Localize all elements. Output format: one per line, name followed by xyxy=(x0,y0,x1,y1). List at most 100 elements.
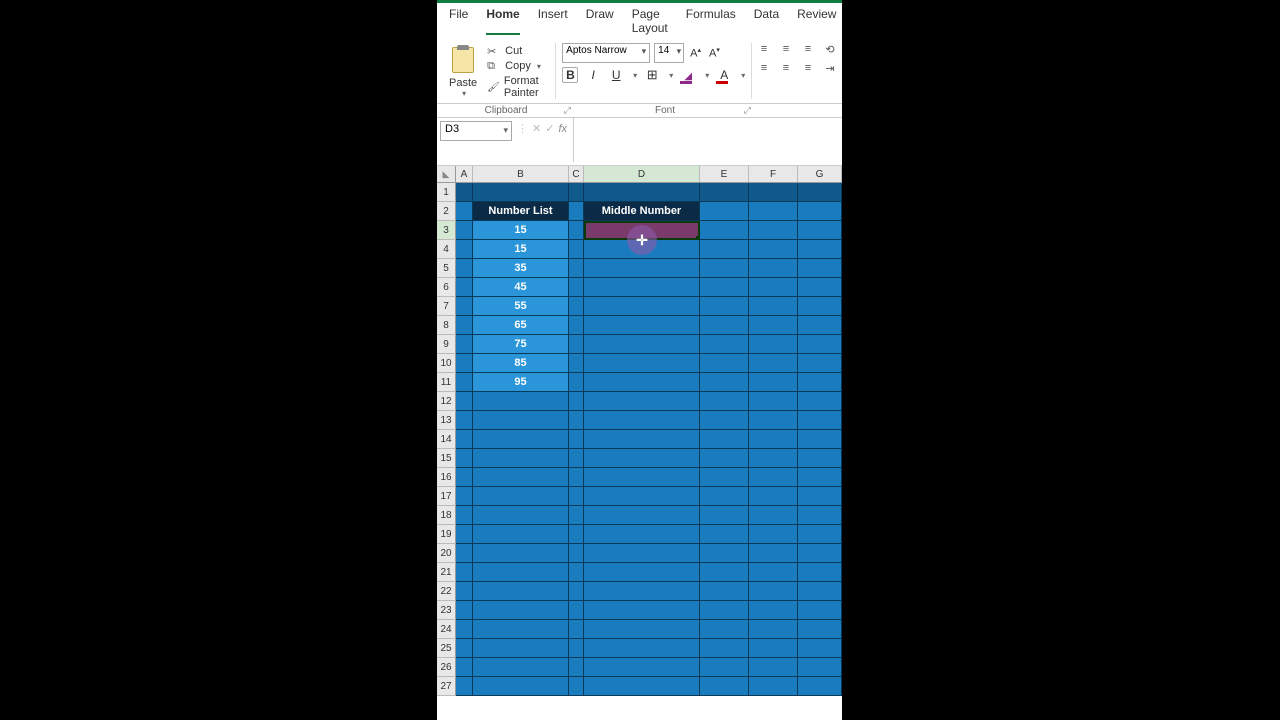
cell-E9[interactable] xyxy=(700,335,749,354)
chevron-down-icon[interactable]: ▾ xyxy=(462,89,466,98)
cell-B13[interactable] xyxy=(473,411,569,430)
cell-D17[interactable] xyxy=(584,487,700,506)
cell-G13[interactable] xyxy=(798,411,842,430)
cell-C13[interactable] xyxy=(569,411,584,430)
align-middle-button[interactable]: ≡ xyxy=(778,43,794,56)
row-header-13[interactable]: 13 xyxy=(437,411,456,430)
column-header-E[interactable]: E xyxy=(700,166,749,182)
cell-C27[interactable] xyxy=(569,677,584,696)
cell-E18[interactable] xyxy=(700,506,749,525)
row-header-5[interactable]: 5 xyxy=(437,259,456,278)
cell-A22[interactable] xyxy=(456,582,473,601)
cell-D21[interactable] xyxy=(584,563,700,582)
cell-B18[interactable] xyxy=(473,506,569,525)
menu-home[interactable]: Home xyxy=(486,7,519,35)
cell-E19[interactable] xyxy=(700,525,749,544)
dialog-launcher-icon[interactable]: ⤢ xyxy=(564,105,571,116)
cell-D1[interactable] xyxy=(584,183,700,202)
cell-A2[interactable] xyxy=(456,202,473,221)
row-header-16[interactable]: 16 xyxy=(437,468,456,487)
cell-D14[interactable] xyxy=(584,430,700,449)
formula-input[interactable] xyxy=(573,118,842,162)
cell-B2[interactable]: Number List xyxy=(473,202,569,221)
cell-G25[interactable] xyxy=(798,639,842,658)
cell-F14[interactable] xyxy=(749,430,798,449)
cell-C15[interactable] xyxy=(569,449,584,468)
cell-F9[interactable] xyxy=(749,335,798,354)
cell-E1[interactable] xyxy=(700,183,749,202)
cell-C16[interactable] xyxy=(569,468,584,487)
align-bottom-button[interactable]: ≡ xyxy=(800,43,816,56)
cell-F15[interactable] xyxy=(749,449,798,468)
cell-G23[interactable] xyxy=(798,601,842,620)
cell-B6[interactable]: 45 xyxy=(473,278,569,297)
cell-C21[interactable] xyxy=(569,563,584,582)
cell-B8[interactable]: 65 xyxy=(473,316,569,335)
cell-E24[interactable] xyxy=(700,620,749,639)
cell-A21[interactable] xyxy=(456,563,473,582)
cell-D20[interactable] xyxy=(584,544,700,563)
cell-F11[interactable] xyxy=(749,373,798,392)
cell-E5[interactable] xyxy=(700,259,749,278)
cell-F23[interactable] xyxy=(749,601,798,620)
cell-G7[interactable] xyxy=(798,297,842,316)
cell-C9[interactable] xyxy=(569,335,584,354)
cell-G12[interactable] xyxy=(798,392,842,411)
cell-B21[interactable] xyxy=(473,563,569,582)
cell-A20[interactable] xyxy=(456,544,473,563)
menu-file[interactable]: File xyxy=(449,7,468,35)
orientation-button[interactable]: ⟲ xyxy=(822,43,838,56)
cell-G2[interactable] xyxy=(798,202,842,221)
cell-A16[interactable] xyxy=(456,468,473,487)
cell-C11[interactable] xyxy=(569,373,584,392)
bold-button[interactable]: B xyxy=(562,67,578,83)
borders-button[interactable] xyxy=(644,67,660,83)
cell-D22[interactable] xyxy=(584,582,700,601)
cell-G10[interactable] xyxy=(798,354,842,373)
cell-A7[interactable] xyxy=(456,297,473,316)
cell-F13[interactable] xyxy=(749,411,798,430)
cell-F26[interactable] xyxy=(749,658,798,677)
column-header-D[interactable]: D xyxy=(584,166,700,182)
menu-draw[interactable]: Draw xyxy=(586,7,614,35)
cell-G14[interactable] xyxy=(798,430,842,449)
cell-C23[interactable] xyxy=(569,601,584,620)
cell-A18[interactable] xyxy=(456,506,473,525)
cell-D6[interactable] xyxy=(584,278,700,297)
row-header-21[interactable]: 21 xyxy=(437,563,456,582)
cell-E27[interactable] xyxy=(700,677,749,696)
cell-A9[interactable] xyxy=(456,335,473,354)
cell-D3[interactable] xyxy=(584,221,700,240)
cell-G26[interactable] xyxy=(798,658,842,677)
chevron-down-icon[interactable]: ▾ xyxy=(537,62,541,71)
cell-F8[interactable] xyxy=(749,316,798,335)
row-header-12[interactable]: 12 xyxy=(437,392,456,411)
menu-review[interactable]: Review xyxy=(797,7,836,35)
cell-E6[interactable] xyxy=(700,278,749,297)
cell-B9[interactable]: 75 xyxy=(473,335,569,354)
cell-G11[interactable] xyxy=(798,373,842,392)
cell-G15[interactable] xyxy=(798,449,842,468)
chevron-down-icon[interactable]: ▾ xyxy=(669,71,673,80)
row-header-2[interactable]: 2 xyxy=(437,202,456,221)
row-header-3[interactable]: 3 xyxy=(437,221,456,240)
cell-A5[interactable] xyxy=(456,259,473,278)
cell-E21[interactable] xyxy=(700,563,749,582)
cell-G3[interactable] xyxy=(798,221,842,240)
cell-C18[interactable] xyxy=(569,506,584,525)
cell-F21[interactable] xyxy=(749,563,798,582)
cell-B11[interactable]: 95 xyxy=(473,373,569,392)
cell-C24[interactable] xyxy=(569,620,584,639)
cell-D7[interactable] xyxy=(584,297,700,316)
cell-E2[interactable] xyxy=(700,202,749,221)
cell-C8[interactable] xyxy=(569,316,584,335)
cell-A24[interactable] xyxy=(456,620,473,639)
cell-G17[interactable] xyxy=(798,487,842,506)
indent-button[interactable]: ⇥ xyxy=(822,62,838,75)
cell-F20[interactable] xyxy=(749,544,798,563)
dialog-launcher-icon[interactable]: ⤢ xyxy=(744,105,751,116)
cell-A4[interactable] xyxy=(456,240,473,259)
cell-D16[interactable] xyxy=(584,468,700,487)
cell-B24[interactable] xyxy=(473,620,569,639)
cell-G5[interactable] xyxy=(798,259,842,278)
